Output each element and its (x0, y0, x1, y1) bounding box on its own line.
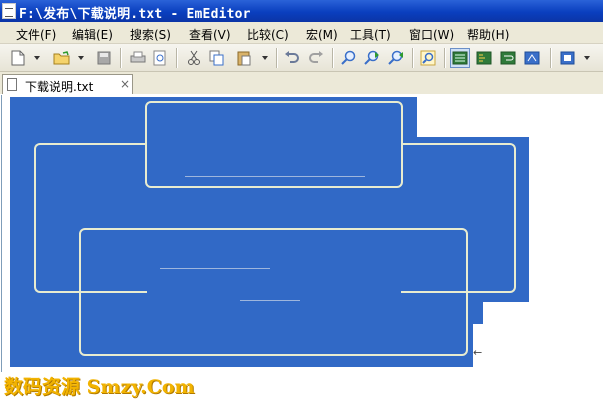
menu-view[interactable]: 查看(V) (189, 26, 231, 43)
app-icon (2, 3, 16, 19)
view-icon[interactable] (450, 48, 470, 68)
title-bar: F:\发布\下载说明.txt - EmEditor (0, 0, 603, 22)
menu-compare[interactable]: 比较(C) (247, 26, 289, 43)
highlight-icon[interactable] (418, 48, 438, 68)
document-tab-label: 下载说明.txt (25, 80, 94, 94)
menu-macro[interactable]: 宏(M) (306, 26, 338, 43)
window-title: F:\发布\下载说明.txt - EmEditor (19, 7, 251, 22)
toolbar-separator (276, 48, 278, 68)
menu-tools[interactable]: 工具(T) (350, 26, 391, 43)
document-tab[interactable]: 下载说明.txt × (2, 74, 133, 94)
text-line (185, 176, 365, 177)
document-tab-bar: 下载说明.txt × (0, 72, 603, 95)
find-prev-icon[interactable] (386, 48, 406, 68)
print-preview-icon[interactable] (150, 48, 170, 68)
toolbar-separator (332, 48, 334, 68)
wrap-arrow-icon: ← (473, 346, 483, 359)
paste-dropdown-icon[interactable] (262, 56, 268, 60)
customize-icon[interactable] (558, 48, 578, 68)
menu-edit[interactable]: 编辑(E) (72, 26, 113, 43)
text-line (160, 268, 270, 269)
new-file-dropdown-icon[interactable] (34, 56, 40, 60)
redo-icon[interactable] (306, 48, 326, 68)
wrap-icon[interactable] (498, 48, 518, 68)
text-frame-top (145, 101, 403, 188)
text-line (240, 300, 300, 301)
text-file-icon (7, 78, 17, 91)
tab-close-icon[interactable]: × (120, 77, 130, 91)
menu-bar: 文件(F) 编辑(E) 搜索(S) 查看(V) 比较(C) 宏(M) 工具(T)… (0, 22, 603, 44)
macro-icon[interactable] (522, 48, 542, 68)
toolbar-separator (412, 48, 414, 68)
text-frame-bottom (79, 228, 468, 356)
editor-left-margin (1, 95, 2, 372)
toolbar-separator (176, 48, 178, 68)
toolbar-separator (444, 48, 446, 68)
toolbar-separator (550, 48, 552, 68)
menu-file[interactable]: 文件(F) (16, 26, 56, 43)
open-dropdown-icon[interactable] (78, 56, 84, 60)
customize-dropdown-icon[interactable] (584, 56, 590, 60)
paste-icon[interactable] (234, 48, 254, 68)
toolbar-separator (120, 48, 122, 68)
menu-window[interactable]: 窗口(W) (409, 26, 454, 43)
menu-search[interactable]: 搜索(S) (130, 26, 171, 43)
watermark: 数码资源 Smzy.Com (4, 376, 195, 398)
print-icon[interactable] (128, 48, 148, 68)
new-file-icon[interactable] (8, 48, 28, 68)
undo-icon[interactable] (282, 48, 302, 68)
cut-icon[interactable] (184, 48, 204, 68)
outline-icon[interactable] (474, 48, 494, 68)
toolbar (0, 44, 603, 72)
find-icon[interactable] (338, 48, 358, 68)
save-icon[interactable] (94, 48, 114, 68)
open-folder-icon[interactable] (52, 48, 72, 68)
menu-help[interactable]: 帮助(H) (467, 26, 509, 43)
copy-icon[interactable] (207, 48, 227, 68)
find-next-icon[interactable] (362, 48, 382, 68)
